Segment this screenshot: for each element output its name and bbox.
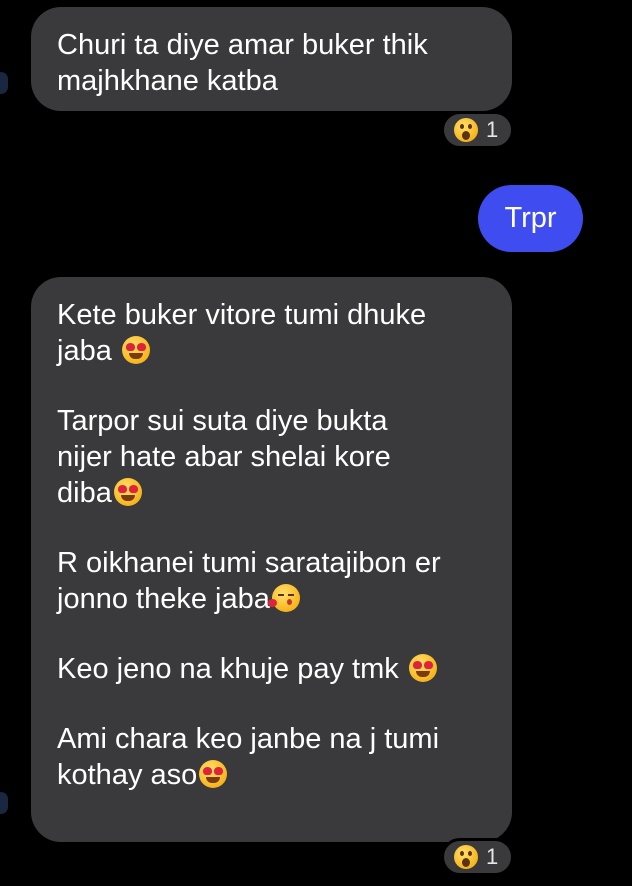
avatar-edge-bottom (0, 792, 8, 814)
message-line: majhkhane katba (57, 65, 278, 97)
message-line: jaba (57, 333, 492, 369)
message-line-text: jonno theke jaba (57, 583, 270, 615)
message-line: kothay aso (57, 757, 492, 793)
message-paragraph: Tarpor sui suta diye bukta nijer hate ab… (57, 403, 492, 511)
message-line-text: jaba (57, 335, 120, 367)
message-paragraph: R oikhanei tumi saratajibon er jonno the… (57, 545, 492, 617)
message-line: Ami chara keo janbe na j tumi (57, 723, 440, 755)
incoming-message-bubble[interactable]: Kete buker vitore tumi dhuke jaba Tarpor… (31, 277, 512, 842)
incoming-message-bubble[interactable]: Churi ta diye amar buker thik majhkhane … (31, 7, 512, 111)
outgoing-message-bubble[interactable]: Trpr (478, 185, 583, 252)
message-line: diba (57, 475, 492, 511)
message-paragraph: Keo jeno na khuje pay tmk (57, 651, 492, 687)
heart-eyes-emoji-icon (113, 478, 142, 506)
reaction-count: 1 (486, 117, 499, 142)
message-reaction[interactable]: 1 (441, 838, 514, 876)
heart-eyes-emoji-icon (199, 760, 228, 788)
kiss-emoji-icon (267, 584, 300, 612)
message-line: R oikhanei tumi saratajibon er (57, 547, 441, 579)
message-line-text: diba (57, 477, 112, 509)
message-paragraph: Ami chara keo janbe na j tumi kothay aso (57, 721, 492, 793)
message-line-text: kothay aso (57, 759, 198, 791)
wow-emoji-icon (454, 845, 478, 869)
message-line: Churi ta diye amar buker thik (57, 29, 428, 61)
heart-eyes-emoji-icon (408, 654, 437, 682)
heart-eyes-emoji-icon (121, 336, 150, 364)
message-line: Keo jeno na khuje pay tmk (57, 651, 492, 687)
message-line: Kete buker vitore tumi dhuke (57, 299, 427, 331)
message-paragraph: Kete buker vitore tumi dhuke jaba (57, 297, 492, 369)
message-reaction[interactable]: 1 (441, 111, 514, 149)
message-line-text: Keo jeno na khuje pay tmk (57, 653, 407, 685)
wow-emoji-icon (454, 118, 478, 142)
message-line: jonno theke jaba (57, 581, 492, 617)
message-line: nijer hate abar shelai kore (57, 441, 391, 473)
message-line: Tarpor sui suta diye bukta (57, 405, 388, 437)
reaction-count: 1 (486, 844, 499, 869)
avatar-edge-top (0, 72, 8, 94)
